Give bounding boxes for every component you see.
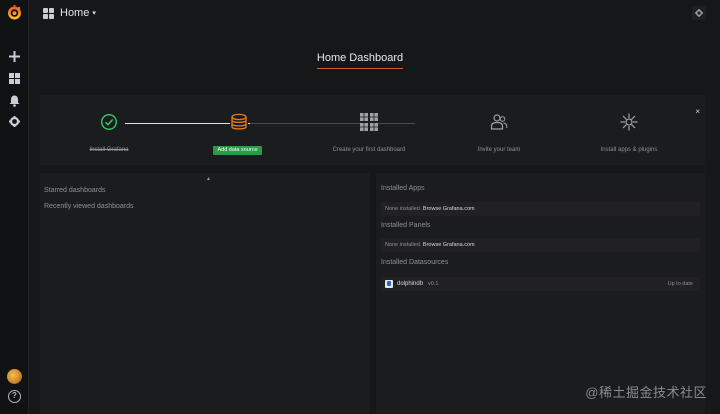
user-avatar[interactable] — [7, 369, 22, 384]
browse-grafana-link[interactable]: Browse Grafana.com — [423, 242, 475, 248]
installed-datasources-heading: Installed Datasources — [381, 259, 449, 266]
page-title-text: Home Dashboard — [316, 52, 404, 69]
step-create-dashboard: Create your first dashboard — [304, 95, 434, 165]
gear-icon — [695, 9, 703, 17]
datasource-status: Up to date — [667, 281, 693, 287]
step-add-data-source: Add data source — [174, 95, 304, 165]
chevron-down-icon: ▾ — [92, 10, 96, 17]
check-circle-icon — [100, 113, 118, 131]
datasource-name[interactable]: dolphindb — [397, 281, 423, 287]
help-icon[interactable]: ? — [8, 390, 21, 403]
page-title: Home Dashboard — [0, 48, 720, 69]
datasource-row[interactable]: dolphindb v0.1 Up to date — [381, 277, 700, 291]
top-navbar: Home ▾ — [29, 0, 720, 26]
step-label: Install Grafana — [89, 147, 129, 153]
panel-drag-handle-icon[interactable]: ▲ — [206, 176, 211, 182]
datasource-version: v0.1 — [428, 281, 439, 287]
none-installed-text: None installed. — [385, 242, 422, 248]
database-icon — [230, 113, 248, 131]
plugin-list-panel: Installed Apps None installed. Browse Gr… — [376, 173, 705, 414]
dashboard-grid-icon — [360, 113, 378, 131]
dashboard-title: Home — [60, 7, 90, 19]
step-install-plugins: Install apps & plugins — [564, 95, 694, 165]
dashboard-settings-button[interactable] — [692, 6, 706, 20]
getting-started-panel: Install Grafana Add data source Create y… — [40, 95, 705, 165]
installed-panels-heading: Installed Panels — [381, 222, 431, 229]
plugins-icon — [620, 113, 638, 131]
recent-dashboards-heading[interactable]: Recently viewed dashboards — [44, 203, 134, 210]
create-dashboard-link[interactable]: Create your first dashboard — [304, 147, 434, 153]
installed-panels-empty: None installed. Browse Grafana.com — [381, 238, 700, 252]
browse-grafana-link[interactable]: Browse Grafana.com — [423, 206, 475, 212]
users-icon — [490, 113, 508, 131]
none-installed-text: None installed. — [385, 206, 422, 212]
installed-apps-empty: None installed. Browse Grafana.com — [381, 202, 700, 216]
dashboard-list-panel: ▲ Starred dashboards Recently viewed das… — [40, 173, 370, 414]
add-data-source-button[interactable]: Add data source — [213, 146, 262, 155]
dashboards-icon[interactable] — [7, 71, 22, 86]
install-plugins-link[interactable]: Install apps & plugins — [564, 147, 694, 153]
step-install-grafana: Install Grafana — [44, 95, 174, 165]
starred-dashboards-heading[interactable]: Starred dashboards — [44, 187, 105, 194]
configuration-gear-icon[interactable] — [7, 114, 22, 129]
dashboard-picker[interactable]: Home ▾ — [43, 5, 96, 21]
step-invite-team: Invite your team — [434, 95, 564, 165]
close-icon[interactable]: × — [695, 107, 700, 116]
invite-team-link[interactable]: Invite your team — [434, 147, 564, 153]
watermark: @稀土掘金技术社区 — [585, 385, 707, 400]
grafana-logo-icon[interactable] — [6, 4, 23, 21]
installed-apps-heading: Installed Apps — [381, 185, 425, 192]
dashboard-grid-icon — [43, 7, 54, 19]
alerting-bell-icon[interactable] — [7, 93, 22, 108]
dolphindb-logo-icon — [385, 280, 393, 288]
